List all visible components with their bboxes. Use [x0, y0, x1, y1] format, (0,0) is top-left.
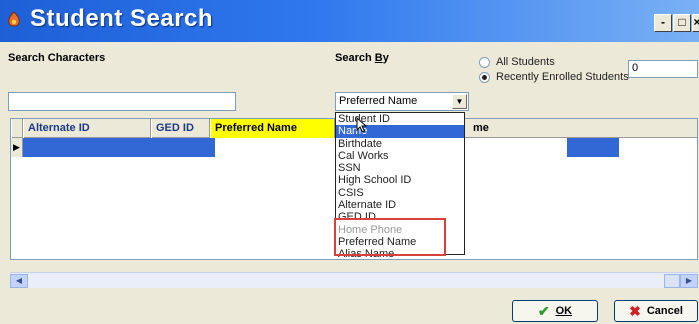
dropdown-option[interactable]: CSIS [336, 187, 464, 199]
column-ged-id[interactable]: GED ID [151, 119, 210, 138]
scroll-left-icon[interactable]: ◀ [10, 274, 28, 288]
radio-recently-enrolled-label: Recently Enrolled Students [496, 71, 629, 83]
maximize-button[interactable]: □ [673, 14, 691, 32]
column-alternate-id[interactable]: Alternate ID [23, 119, 151, 138]
radio-selected-icon[interactable] [479, 71, 490, 83]
app-icon [8, 11, 20, 27]
search-characters-label: Search Characters [8, 52, 106, 64]
radio-all-students[interactable]: All Students [479, 56, 555, 68]
radio-icon[interactable] [479, 56, 490, 68]
scroll-thumb[interactable] [664, 274, 680, 288]
column-name[interactable]: me [469, 119, 619, 138]
row-header-corner [11, 119, 23, 138]
search-by-label: Search By [335, 52, 389, 64]
dropdown-option[interactable]: Alternate ID [336, 199, 464, 211]
selected-cell [463, 138, 567, 157]
current-row-indicator: ▶ [11, 138, 23, 157]
cancel-button[interactable]: ✖ Cancel [614, 300, 698, 322]
column-preferred-name[interactable]: Preferred Name [210, 119, 335, 138]
chevron-down-icon[interactable]: ▼ [452, 94, 467, 109]
ok-button[interactable]: ✔ OK [512, 300, 598, 322]
dropdown-option[interactable]: Birthdate [336, 138, 464, 150]
checkmark-icon: ✔ [537, 302, 550, 319]
scroll-right-icon[interactable]: ▶ [680, 274, 698, 288]
minimize-button[interactable]: - [654, 14, 672, 32]
cancel-button-label: Cancel [646, 305, 683, 317]
dropdown-option[interactable]: Cal Works [336, 150, 464, 162]
x-icon: ✖ [629, 302, 641, 319]
recent-count-input[interactable]: 0 [628, 60, 698, 78]
dropdown-option[interactable]: High School ID [336, 174, 464, 186]
search-characters-input[interactable] [8, 92, 236, 111]
annotation-highlight [334, 218, 446, 256]
dropdown-option[interactable]: SSN [336, 162, 464, 174]
search-by-selected: Preferred Name [339, 95, 418, 107]
radio-recently-enrolled[interactable]: Recently Enrolled Students [479, 71, 629, 83]
radio-all-students-label: All Students [496, 56, 555, 68]
selected-cell [215, 138, 335, 157]
window-title: Student Search [30, 5, 214, 32]
mouse-cursor-icon [356, 117, 368, 133]
close-button[interactable]: × [692, 14, 699, 32]
title-bar: Student Search - □ × [0, 0, 699, 42]
horizontal-scrollbar[interactable]: ◀ ▶ [10, 272, 698, 288]
search-by-select[interactable]: Preferred Name ▼ [335, 92, 469, 111]
ok-button-label: OK [555, 305, 573, 317]
